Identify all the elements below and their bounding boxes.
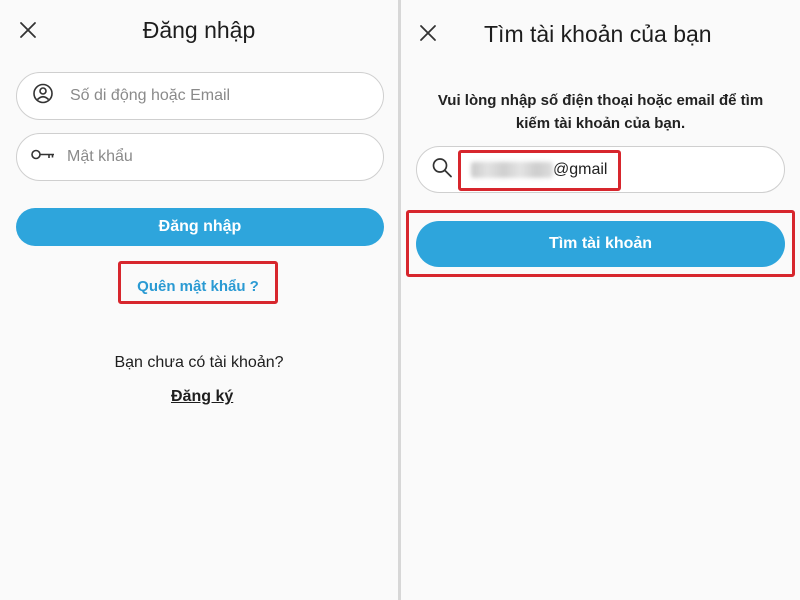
page-title: Đăng nhập xyxy=(142,17,256,43)
user-circle-icon xyxy=(32,83,54,110)
phone-email-input[interactable]: Số di động hoặc Email xyxy=(16,72,384,120)
find-account-panel: Tìm tài khoản của bạn Vui lòng nhập số đ… xyxy=(401,0,800,600)
page-title: Tìm tài khoản của bạn xyxy=(484,21,712,47)
forgot-password-link[interactable]: Quên mật khẩu ? xyxy=(118,278,278,295)
login-panel: Đăng nhập Số di động hoặc Email Mật khẩu… xyxy=(0,0,398,600)
key-icon xyxy=(30,147,56,168)
register-link[interactable]: Đăng ký xyxy=(171,388,233,406)
login-button[interactable]: Đăng nhập xyxy=(16,208,384,246)
instruction-line-2: kiếm tài khoản của bạn. xyxy=(515,115,686,132)
password-input[interactable]: Mật khẩu xyxy=(16,133,384,181)
password-placeholder: Mật khẩu xyxy=(67,148,133,165)
close-icon[interactable] xyxy=(417,22,439,44)
email-highlight xyxy=(458,150,621,191)
no-account-text: Bạn chưa có tài khoản? xyxy=(114,354,284,371)
phone-email-placeholder: Số di động hoặc Email xyxy=(70,87,231,104)
find-account-button[interactable]: Tìm tài khoản xyxy=(416,221,785,267)
instruction-line-1: Vui lòng nhập số điện thoại hoặc email đ… xyxy=(437,92,764,109)
instruction-text: Vui lòng nhập số điện thoại hoặc email đ… xyxy=(401,89,800,135)
search-icon xyxy=(431,156,453,183)
